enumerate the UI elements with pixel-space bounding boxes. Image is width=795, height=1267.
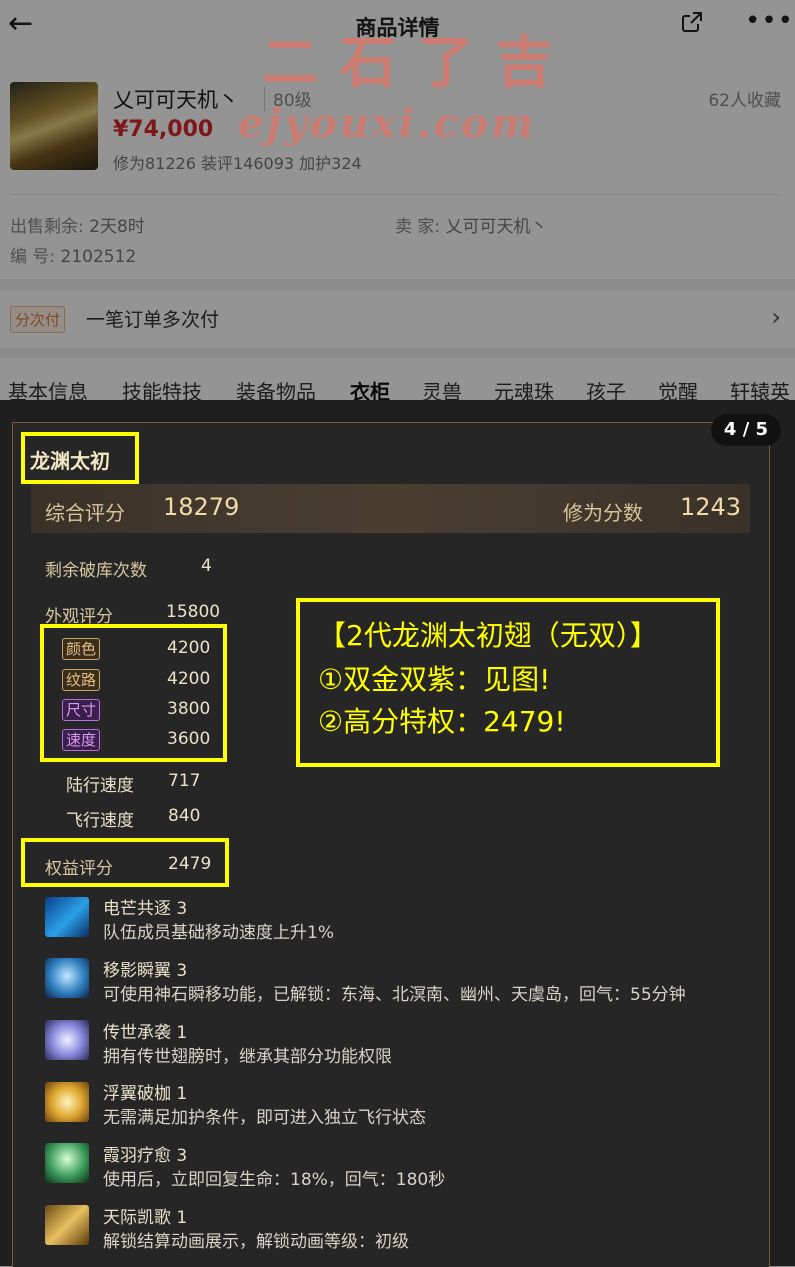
break-count-value: 4 <box>201 556 212 576</box>
skill-name-6: 天际凯歌 1 <box>103 1208 188 1228</box>
overall-score-label: 综合评分 <box>45 501 125 525</box>
callout-line-1: 【2代龙渊太初翅（无双）】 <box>318 619 658 652</box>
skill-desc-2: 可使用神石瞬移功能，已解锁：东海、北溟南、幽州、天虞岛，回气：55分钟 <box>103 985 686 1005</box>
card-title: 龙渊太初 <box>30 449 110 473</box>
callout-line-3: ②高分特权：2479! <box>318 705 566 738</box>
land-speed-label: 陆行速度 <box>66 776 134 796</box>
attr-badge-pattern: 纹路 <box>62 669 101 691</box>
skill-name-5: 霞羽疗愈 3 <box>103 1146 188 1166</box>
overall-score-value: 18279 <box>163 493 240 521</box>
victory-animation-icon <box>45 1205 89 1245</box>
cultivation-score-label: 修为分数 <box>563 501 643 525</box>
heritage-wings-icon <box>45 1020 89 1060</box>
lightning-runner-icon <box>45 897 89 937</box>
attr-value-size: 3800 <box>167 699 211 719</box>
attr-value-speed: 3600 <box>167 729 211 749</box>
skill-name-3: 传世承袭 1 <box>103 1023 188 1043</box>
skill-name-1: 电芒共逐 3 <box>103 899 188 919</box>
callout-line-2: ①双金双紫：见图! <box>318 663 551 696</box>
appearance-score-value: 15800 <box>166 602 221 622</box>
page: ← 商品详情 ••• 乂可可天机丶 80级 62人收藏 ¥74,000 修为81… <box>0 0 795 1267</box>
healing-figure-icon <box>45 1143 89 1183</box>
benefit-score-label: 权益评分 <box>45 859 113 879</box>
attr-badge-speed: 速度 <box>62 729 101 751</box>
attr-value-pattern: 4200 <box>167 669 211 689</box>
attr-value-color: 4200 <box>167 638 211 658</box>
watermark-logo: 二石了吉 <box>262 30 574 96</box>
skill-desc-3: 拥有传世翅膀时，继承其部分功能权限 <box>103 1047 392 1067</box>
cultivation-score-value: 1243 <box>680 493 742 521</box>
golden-wings-icon <box>45 1082 89 1122</box>
skill-name-2: 移影瞬翼 3 <box>103 961 188 981</box>
land-speed-value: 717 <box>168 771 201 791</box>
break-count-label: 剩余破库次数 <box>45 561 147 581</box>
fly-speed-value: 840 <box>168 806 201 826</box>
watermark-url: ejyouxi.com <box>238 100 537 147</box>
fly-speed-label: 飞行速度 <box>66 811 134 831</box>
page-counter: 4 / 5 <box>711 414 781 446</box>
skill-desc-1: 队伍成员基础移动速度上升1% <box>103 923 334 943</box>
teleport-icon <box>45 958 89 998</box>
attr-badge-color: 颜色 <box>62 638 101 660</box>
skill-desc-4: 无需满足加护条件，即可进入独立飞行状态 <box>103 1108 426 1128</box>
attr-badge-size: 尺寸 <box>62 699 101 721</box>
skill-name-4: 浮翼破枷 1 <box>103 1084 188 1104</box>
skill-desc-6: 解锁结算动画展示，解锁动画等级：初级 <box>103 1232 409 1252</box>
skill-desc-5: 使用后，立即回复生命：18%，回气：180秒 <box>103 1170 446 1190</box>
benefit-score-value: 2479 <box>168 854 212 874</box>
